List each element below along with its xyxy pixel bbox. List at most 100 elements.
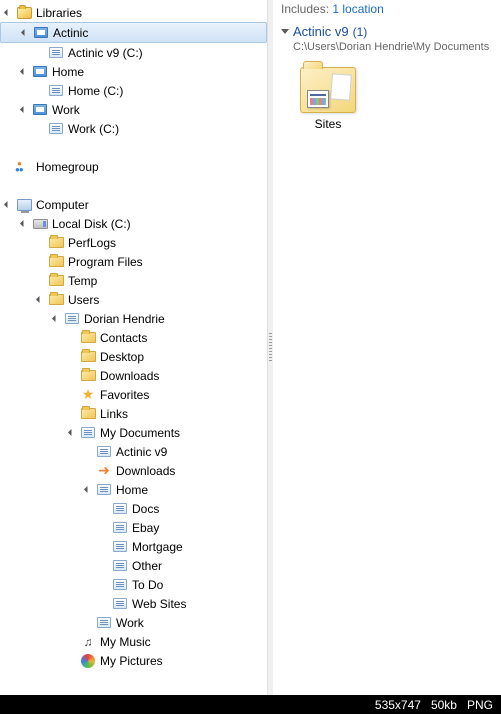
pictures-ico-icon (80, 653, 96, 669)
expander-open-icon[interactable] (19, 27, 30, 38)
folder-item-sites[interactable]: Sites (293, 67, 363, 131)
expander-none (34, 275, 45, 286)
folder-ico-icon (48, 273, 64, 289)
expander-none (98, 579, 109, 590)
expander-open-icon[interactable] (18, 218, 29, 229)
tree-item[interactable]: Actinic (0, 22, 267, 43)
tree-item[interactable]: Work (0, 613, 267, 632)
tree-item[interactable]: Mortgage (0, 537, 267, 556)
tree-item[interactable]: Program Files (0, 252, 267, 271)
tree-item[interactable]: Dorian Hendrie (0, 309, 267, 328)
expander-none (34, 123, 45, 134)
expander-none (66, 332, 77, 343)
tree-item[interactable]: Links (0, 404, 267, 423)
tree-item-label: Actinic v9 (116, 445, 167, 459)
folder-ico-icon (80, 349, 96, 365)
expander-open-icon[interactable] (18, 104, 29, 115)
tree-item-label: Home (52, 65, 84, 79)
tree-item-label: Libraries (36, 6, 82, 20)
tree-item[interactable]: Work (C:) (0, 119, 267, 138)
expander-none (98, 503, 109, 514)
tree-item-label: Home (116, 483, 148, 497)
homegroup-ico-icon (16, 159, 32, 175)
tree-item[interactable]: Desktop (0, 347, 267, 366)
tree-item[interactable]: Downloads (0, 366, 267, 385)
expander-none (66, 370, 77, 381)
tree-item[interactable]: ➜Downloads (0, 461, 267, 480)
group-header[interactable]: Actinic v9 (1) (281, 24, 493, 39)
tree-item[interactable]: Actinic v9 (0, 442, 267, 461)
folder-ico-icon (80, 330, 96, 346)
tree-item[interactable]: Homegroup (0, 157, 267, 176)
expander-open-icon[interactable] (66, 427, 77, 438)
tree-item[interactable]: Docs (0, 499, 267, 518)
tree-item[interactable]: Web Sites (0, 594, 267, 613)
expander-none (66, 636, 77, 647)
tree-item[interactable]: ★ Favorites (0, 385, 267, 404)
tree-item-label: My Documents (100, 426, 180, 440)
expander-open-icon[interactable] (2, 7, 13, 18)
collapse-icon[interactable] (281, 29, 289, 34)
tree-item[interactable]: Home (C:) (0, 81, 267, 100)
tree-item[interactable]: Local Disk (C:) (0, 214, 267, 233)
tree-item[interactable]: Ebay (0, 518, 267, 537)
tree-item[interactable]: Libraries (0, 3, 267, 22)
tree-item[interactable]: PerfLogs (0, 233, 267, 252)
tree-item[interactable]: Work (0, 100, 267, 119)
status-type: PNG (467, 698, 493, 712)
group-count: (1) (353, 25, 368, 39)
splitter-handle[interactable] (268, 0, 273, 695)
tree-item-label: My Music (100, 635, 151, 649)
expander-none (66, 408, 77, 419)
location-ico-icon (112, 577, 128, 593)
tree-item[interactable]: My Pictures (0, 651, 267, 670)
tree-item[interactable]: To Do (0, 575, 267, 594)
location-ico-icon (80, 425, 96, 441)
tree-item-label: Docs (132, 502, 159, 516)
expander-open-icon[interactable] (2, 199, 13, 210)
tree-item[interactable]: Home (0, 480, 267, 499)
tree-item[interactable]: Other (0, 556, 267, 575)
tree-item-label: Desktop (100, 350, 144, 364)
expander-open-icon[interactable] (82, 484, 93, 495)
folder-ico-icon (80, 406, 96, 422)
tree-item-label: Computer (36, 198, 89, 212)
expander-none (98, 598, 109, 609)
includes-link[interactable]: 1 location (332, 2, 383, 16)
tree-item[interactable]: Temp (0, 271, 267, 290)
location-ico-icon (112, 558, 128, 574)
expander-open-icon[interactable] (18, 66, 29, 77)
tree-item-label: Work (116, 616, 144, 630)
expander-none (66, 655, 77, 666)
location-ico-icon (48, 121, 64, 137)
tree-item[interactable]: Home (0, 62, 267, 81)
tree-item[interactable]: ♫ My Music (0, 632, 267, 651)
tree-item-label: Actinic (53, 26, 88, 40)
expander-open-icon[interactable] (34, 294, 45, 305)
includes-prefix: Includes: (281, 2, 329, 16)
folder-ico-icon (48, 254, 64, 270)
tree-item[interactable]: My Documents (0, 423, 267, 442)
tree-item-label: PerfLogs (68, 236, 116, 250)
tree-item-label: Homegroup (36, 160, 99, 174)
location-ico-icon (48, 45, 64, 61)
tree-item[interactable]: Contacts (0, 328, 267, 347)
tree-item[interactable]: Users (0, 290, 267, 309)
location-ico-icon (64, 311, 80, 327)
navigation-pane[interactable]: Libraries Actinic Actinic v9 (C:) Home Home … (0, 0, 268, 695)
expander-open-icon[interactable] (50, 313, 61, 324)
location-ico-icon (112, 520, 128, 536)
expander-none (98, 541, 109, 552)
group-path: C:\Users\Dorian Hendrie\My Documents (293, 41, 493, 53)
content-pane[interactable]: Includes: 1 location Actinic v9 (1) C:\U… (273, 0, 501, 695)
location-ico-icon (112, 501, 128, 517)
favorites-ico-icon: ★ (80, 387, 96, 403)
folder-icon (300, 67, 356, 113)
expander-none (34, 237, 45, 248)
tree-item-label: Dorian Hendrie (84, 312, 165, 326)
tree-item[interactable]: Actinic v9 (C:) (0, 43, 267, 62)
tree-item[interactable]: Computer (0, 195, 267, 214)
tree-item-label: Favorites (100, 388, 149, 402)
music-ico-icon: ♫ (80, 634, 96, 650)
library-root-icon (16, 5, 32, 21)
